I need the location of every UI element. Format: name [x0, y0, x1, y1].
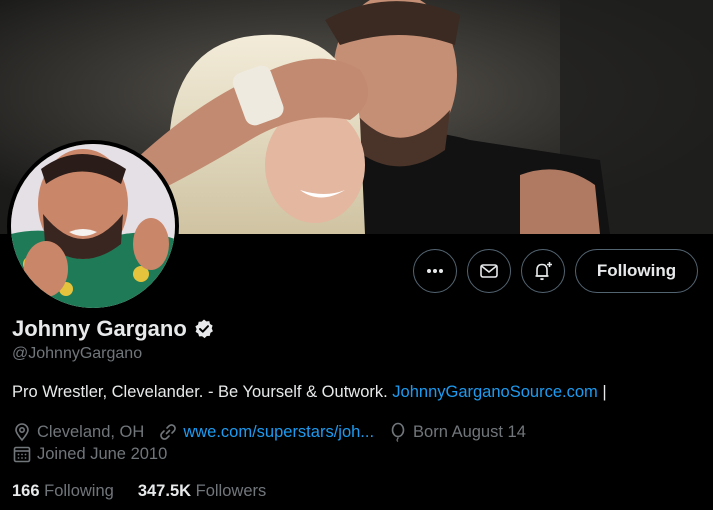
more-horizontal-icon	[427, 269, 443, 273]
avatar-image	[11, 144, 175, 308]
profile-meta-joined: Joined June 2010	[12, 444, 181, 464]
location-item: Cleveland, OH	[12, 422, 144, 442]
verified-badge-icon	[195, 319, 213, 339]
profile-avatar[interactable]	[7, 140, 179, 312]
location-text: Cleveland, OH	[37, 422, 145, 441]
birthday-item: Born August 14	[388, 422, 526, 442]
more-button[interactable]	[413, 249, 457, 293]
joined-text: Joined June 2010	[37, 444, 168, 463]
bio-text: Pro Wrestler, Clevelander. - Be Yourself…	[12, 383, 393, 401]
message-button[interactable]	[467, 249, 511, 293]
profile-bio: Pro Wrestler, Clevelander. - Be Yourself…	[12, 383, 607, 402]
joined-item: Joined June 2010	[12, 444, 167, 464]
followers-stat[interactable]: 347.5K Followers	[138, 482, 266, 501]
notifications-button[interactable]	[521, 249, 565, 293]
calendar-icon	[13, 446, 31, 463]
birthday-text: Born August 14	[413, 422, 526, 441]
profile-stats: 166 Following 347.5K Followers	[12, 482, 266, 501]
profile-name: Johnny Gargano	[12, 316, 187, 341]
name-row: Johnny Gargano	[12, 316, 215, 342]
link-icon	[160, 424, 177, 440]
following-stat[interactable]: 166 Following	[12, 482, 114, 501]
profile-handle: @JohnnyGargano	[12, 345, 143, 362]
bell-plus-icon	[535, 262, 552, 281]
profile-meta: Cleveland, OH wwe.com/superstars/joh... …	[12, 422, 540, 442]
envelope-icon	[480, 264, 498, 278]
bio-suffix: |	[597, 383, 607, 401]
following-button[interactable]: Following	[575, 249, 698, 293]
followers-label: Followers	[195, 482, 267, 500]
following-label: Following	[44, 482, 114, 500]
following-count: 166	[12, 482, 40, 500]
website-link[interactable]: wwe.com/superstars/joh...	[183, 423, 374, 442]
balloon-icon	[391, 422, 405, 442]
followers-count: 347.5K	[137, 482, 192, 500]
bio-link[interactable]: JohnnyGarganoSource.com	[392, 383, 597, 401]
website-item: wwe.com/superstars/joh...	[158, 422, 374, 442]
location-pin-icon	[15, 423, 29, 442]
profile-actions: Following	[413, 249, 698, 293]
